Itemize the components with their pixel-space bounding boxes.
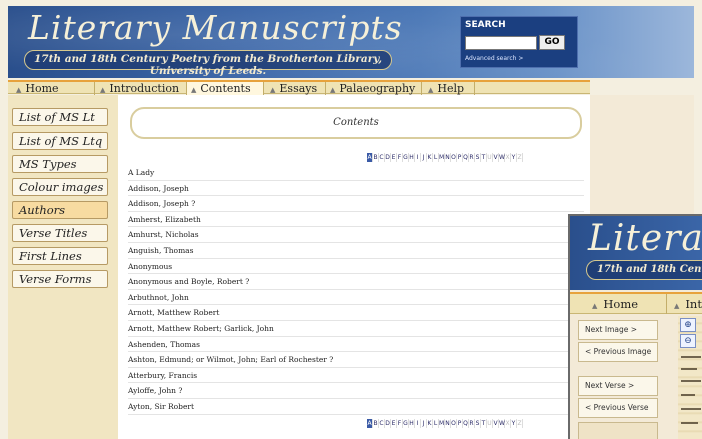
search-input[interactable] xyxy=(465,36,537,50)
tab-label: Help xyxy=(437,82,465,95)
handwriting-line xyxy=(681,394,695,396)
handwriting-line xyxy=(681,356,701,358)
tab-introduction[interactable]: ▲ Introduction xyxy=(100,82,186,95)
sidebar-item-verse-titles[interactable]: Verse Titles xyxy=(12,224,108,242)
alphabet-letter-z: Z xyxy=(517,153,523,162)
sidebar-item-colour-images[interactable]: Colour images xyxy=(12,178,108,196)
author-list: A Lady Addison, Joseph Addison, Joseph ? Am… xyxy=(128,165,584,415)
sidebar-item-list-ms-lt[interactable]: List of MS Lt xyxy=(12,108,108,126)
tab-essays[interactable]: ▲ Essays xyxy=(270,82,330,95)
site-banner: Literary Manuscripts 17th and 18th Centu… xyxy=(8,6,694,78)
author-list-item[interactable]: Addison, Joseph ? xyxy=(128,196,584,212)
previous-image-button[interactable]: < Previous Image xyxy=(578,342,658,362)
tab-label: Introduction xyxy=(109,82,180,95)
viewer-nav: ▲ Home ▲ Int xyxy=(570,292,702,314)
zoom-out-icon[interactable]: ⊖ xyxy=(680,334,696,348)
site-subtitle: 17th and 18th Century Poetry from the Br… xyxy=(33,53,383,77)
next-image-button[interactable]: Next Image > xyxy=(578,320,658,340)
next-verse-button[interactable]: Next Verse > xyxy=(578,376,658,396)
triangle-icon: ▲ xyxy=(330,86,336,94)
tab-label: Essays xyxy=(279,82,318,95)
viewer-tab-home[interactable]: ▲ Home xyxy=(592,297,638,311)
nav-separator xyxy=(325,82,326,95)
zoom-in-icon[interactable]: ⊕ xyxy=(680,318,696,332)
subtitle-bar: 17th and 18th Century Poetry from the Br… xyxy=(24,50,392,77)
sidebar-item-authors[interactable]: Authors xyxy=(12,201,108,219)
author-list-item[interactable]: Atterbury, Francis xyxy=(128,368,584,384)
alphabet-letter-z: Z xyxy=(517,419,523,428)
site-title[interactable]: Literary Manuscripts xyxy=(28,8,403,47)
sidebar-item-list-ms-ltq[interactable]: List of MS Ltq xyxy=(12,132,108,150)
author-list-item[interactable]: Anonymous and Boyle, Robert ? xyxy=(128,274,584,290)
handwriting-line xyxy=(681,422,698,424)
triangle-icon: ▲ xyxy=(428,86,434,94)
author-list-item[interactable]: Anguish, Thomas xyxy=(128,243,584,259)
search-go-button[interactable]: GO xyxy=(539,35,565,50)
nav-separator xyxy=(263,82,264,95)
author-list-item[interactable]: Ashton, Edmund; or Wilmot, John; Earl of… xyxy=(128,352,584,368)
tab-label: Home xyxy=(25,82,59,95)
sidebar-item-ms-types[interactable]: MS Types xyxy=(12,155,108,173)
author-list-item[interactable]: Ayton, Sir Robert xyxy=(128,399,584,415)
tab-label: Palaeography xyxy=(339,82,416,95)
nav-separator xyxy=(94,82,95,95)
tab-label: Contents xyxy=(200,82,251,95)
tab-help[interactable]: ▲ Help xyxy=(428,82,488,95)
triangle-icon: ▲ xyxy=(100,86,106,94)
author-list-item[interactable]: Amherst, Elizabeth xyxy=(128,212,584,228)
handwriting-line xyxy=(681,408,701,410)
triangle-icon: ▲ xyxy=(191,86,197,94)
viewer-extra-panel xyxy=(578,422,658,439)
nav-separator xyxy=(666,294,667,314)
search-panel: SEARCH GO Advanced search > xyxy=(460,16,578,68)
viewer-subtitle: 17th and 18th Century xyxy=(586,260,702,280)
tab-label: Int xyxy=(685,297,702,311)
alphabet-index-top: ABCDEFGHIJKLMNOPQRSTUVWXYZ xyxy=(367,153,523,162)
tab-palaeography[interactable]: ▲ Palaeography xyxy=(330,82,422,95)
triangle-icon: ▲ xyxy=(270,86,276,94)
sidebar: List of MS Lt List of MS Ltq MS Types Co… xyxy=(8,95,118,439)
handwriting-line xyxy=(681,368,697,370)
author-list-item[interactable]: Anonymous xyxy=(128,259,584,275)
viewer-site-title: Literary xyxy=(588,218,702,259)
author-list-item[interactable]: A Lady xyxy=(128,165,584,181)
tab-label: Home xyxy=(603,297,639,311)
triangle-icon: ▲ xyxy=(16,86,22,94)
triangle-icon: ▲ xyxy=(674,302,680,310)
author-list-item[interactable]: Arbuthnot, John xyxy=(128,290,584,306)
author-list-item[interactable]: Addison, Joseph xyxy=(128,181,584,197)
author-list-item[interactable]: Amhurst, Nicholas xyxy=(128,227,584,243)
nav-separator xyxy=(474,82,475,95)
contents-header-box: Contents xyxy=(130,107,582,139)
advanced-search-link[interactable]: Advanced search > xyxy=(465,55,523,62)
image-viewer-window: Literary 17th and 18th Century ▲ Home ▲ In… xyxy=(568,214,702,439)
author-list-item[interactable]: Arnott, Matthew Robert; Garlick, John xyxy=(128,321,584,337)
main-content: Contents ABCDEFGHIJKLMNOPQRSTUVWXYZ A La… xyxy=(118,95,590,439)
sidebar-item-verse-forms[interactable]: Verse Forms xyxy=(12,270,108,288)
main-nav: ▲ Home ▲ Introduction ▲ Contents ▲ Essays ▲ P… xyxy=(8,80,590,95)
viewer-tab-introduction[interactable]: ▲ Int xyxy=(674,297,702,311)
alphabet-index-bottom: ABCDEFGHIJKLMNOPQRSTUVWXYZ xyxy=(367,419,523,428)
nav-separator xyxy=(421,82,422,95)
viewer-banner: Literary 17th and 18th Century xyxy=(570,216,702,290)
sidebar-item-first-lines[interactable]: First Lines xyxy=(12,247,108,265)
search-label: SEARCH xyxy=(465,20,506,30)
previous-verse-button[interactable]: < Previous Verse xyxy=(578,398,658,418)
page-title: Contents xyxy=(333,117,379,128)
author-list-item[interactable]: Ayloffe, John ? xyxy=(128,383,584,399)
handwriting-line xyxy=(681,380,701,382)
tab-contents[interactable]: ▲ Contents xyxy=(187,82,263,95)
triangle-icon: ▲ xyxy=(592,302,598,310)
author-list-item[interactable]: Ashenden, Thomas xyxy=(128,337,584,353)
tab-home[interactable]: ▲ Home xyxy=(16,82,94,95)
author-list-item[interactable]: Arnott, Matthew Robert xyxy=(128,305,584,321)
